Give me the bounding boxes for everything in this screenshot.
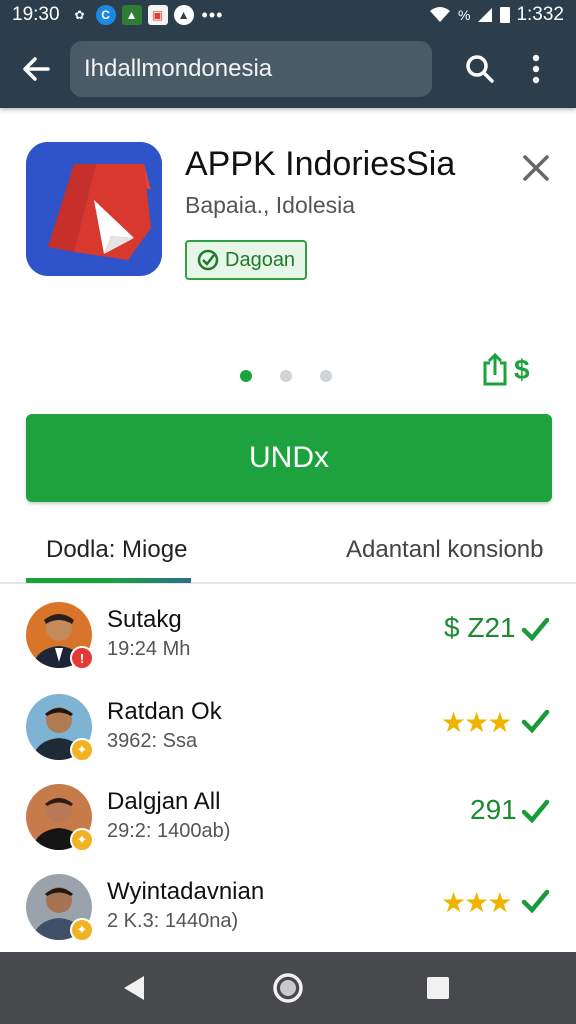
alert-badge-icon: !	[70, 646, 94, 670]
price-symbol: $	[514, 354, 530, 385]
wifi-icon	[430, 7, 450, 22]
close-icon[interactable]	[516, 148, 556, 188]
app-title: APPK IndoriesSia	[185, 145, 456, 183]
overflow-menu-icon[interactable]	[514, 47, 558, 91]
share-icon	[483, 353, 507, 386]
chat-icon: C	[95, 5, 116, 25]
settings-icon: ✿	[74, 8, 85, 22]
item-meta: 3962: Ssa	[107, 730, 198, 752]
status-bar: 19:30 ✿ C ▲ ▣ ▲ ••• % 1:332	[0, 0, 576, 30]
back-arrow-icon[interactable]	[14, 47, 58, 91]
list-item[interactable]: ✦ Dalgjan All 29:2: 1400ab) 291	[0, 784, 576, 874]
verified-badge[interactable]: Dagoan	[185, 240, 308, 280]
install-button[interactable]: UNDx	[26, 414, 552, 502]
item-name: Wyintadavnian	[107, 878, 265, 905]
list-item[interactable]: ✦ Wyintadavnian 2 K.3: 1440na) ★★★	[0, 874, 576, 964]
nav-back-icon[interactable]	[118, 970, 154, 1006]
star-badge-icon: ✦	[70, 738, 94, 762]
item-name: Dalgjan All	[107, 788, 221, 815]
tab-additional[interactable]: Adantanl konsionb	[346, 536, 543, 564]
mail-icon: ▣	[147, 5, 168, 25]
item-name: Sutakg	[107, 606, 182, 633]
app-bar: Ihdallmondonesia	[0, 30, 576, 108]
item-value: 291	[470, 794, 517, 825]
status-time: 19:30	[12, 4, 60, 25]
share-button[interactable]: $	[482, 352, 552, 388]
list-item[interactable]: ! Sutakg 19:24 Mh $ Z21	[0, 602, 576, 692]
star-badge-icon: ✦	[70, 828, 94, 852]
tab-indicator	[26, 578, 191, 583]
carousel-dot[interactable]	[280, 370, 292, 382]
carousel-dot[interactable]	[240, 370, 252, 382]
system-nav-bar	[0, 952, 576, 1024]
item-meta: 29:2: 1400ab)	[107, 820, 231, 842]
nav-home-icon[interactable]	[270, 970, 306, 1006]
battery-icon	[500, 7, 511, 23]
signal-icon	[478, 8, 493, 22]
tab-details[interactable]: Dodla: Mioge	[46, 536, 187, 564]
list-item[interactable]: ✦ Ratdan Ok 3962: Ssa ★★★	[0, 694, 576, 784]
check-icon	[520, 706, 552, 738]
item-meta: 2 K.3: 1440na)	[107, 910, 239, 932]
app-logo	[26, 142, 162, 276]
check-icon	[520, 796, 552, 828]
app-developer: Bapaia., Idolesia	[185, 192, 356, 218]
upload-icon: ▲	[173, 5, 194, 25]
check-icon	[520, 886, 552, 918]
signal-label: %	[458, 7, 471, 23]
gallery-icon: ▲	[121, 5, 142, 25]
check-badge-icon	[197, 249, 219, 271]
search-input[interactable]: Ihdallmondonesia	[70, 41, 432, 97]
search-icon[interactable]	[458, 47, 502, 91]
carousel-dot[interactable]	[320, 370, 332, 382]
status-clock-right: 1:332	[516, 4, 564, 25]
star-badge-icon: ✦	[70, 918, 94, 942]
rating-stars-icon: ★★★	[441, 707, 512, 738]
badge-label: Dagoan	[225, 248, 296, 271]
more-dots-icon: •••	[201, 4, 224, 25]
item-value: $ Z21	[444, 612, 516, 643]
rating-stars-icon: ★★★	[441, 887, 512, 918]
item-name: Ratdan Ok	[107, 698, 222, 725]
item-meta: 19:24 Mh	[107, 638, 191, 660]
tab-bar: Dodla: Mioge Adantanl konsionb	[0, 520, 576, 584]
nav-recents-icon[interactable]	[420, 970, 456, 1006]
carousel-indicator	[240, 370, 332, 382]
check-icon	[520, 614, 552, 646]
